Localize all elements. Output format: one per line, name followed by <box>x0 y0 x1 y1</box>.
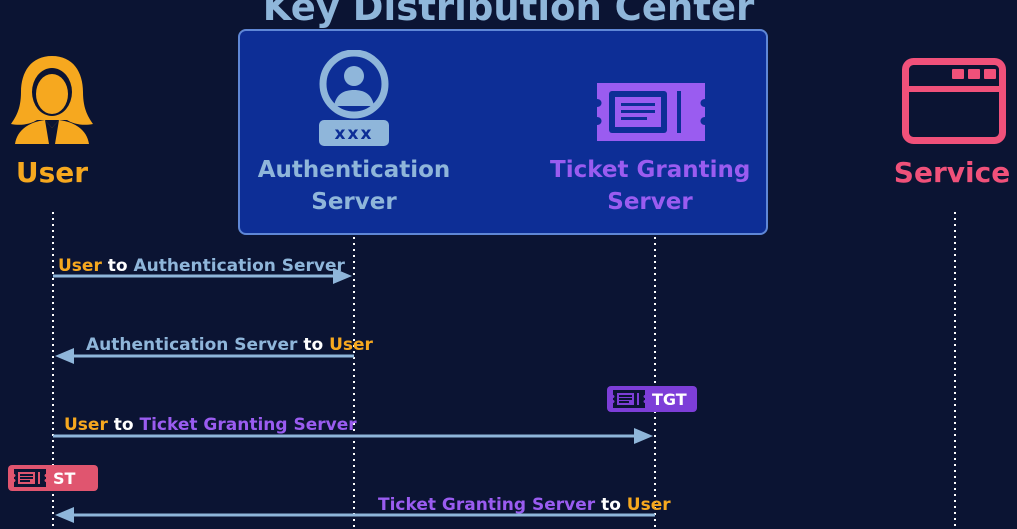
message-2-connector: to <box>303 335 324 355</box>
message-2-to: User <box>329 335 373 355</box>
message-1-label: User to Authentication Server <box>58 256 345 276</box>
message-4-connector: to <box>601 495 621 515</box>
message-1-connector: to <box>107 256 128 276</box>
st-badge: ST <box>8 465 98 491</box>
message-3-to: Ticket Granting Server <box>139 415 357 435</box>
message-4-to: User <box>626 495 671 515</box>
message-4-from: Ticket Granting Server <box>378 495 596 515</box>
message-1-from: User <box>58 256 102 276</box>
ticket-icon <box>613 390 645 408</box>
message-3-connector: to <box>113 415 134 435</box>
sequence-diagram: Key Distribution Center User xxx Authent… <box>0 0 1017 529</box>
message-2-from: Authentication Server <box>86 335 298 355</box>
message-2-label: Authentication Server to User <box>86 335 373 355</box>
tgt-badge: TGT <box>607 386 697 412</box>
message-4-label: Ticket Granting Server to User <box>378 495 671 515</box>
message-3-label: User to Ticket Granting Server <box>64 415 357 435</box>
ticket-icon <box>14 469 46 487</box>
st-badge-label: ST <box>53 468 76 488</box>
message-3-from: User <box>64 415 108 435</box>
message-1-to: Authentication Server <box>133 256 345 276</box>
tgt-badge-label: TGT <box>652 389 687 409</box>
